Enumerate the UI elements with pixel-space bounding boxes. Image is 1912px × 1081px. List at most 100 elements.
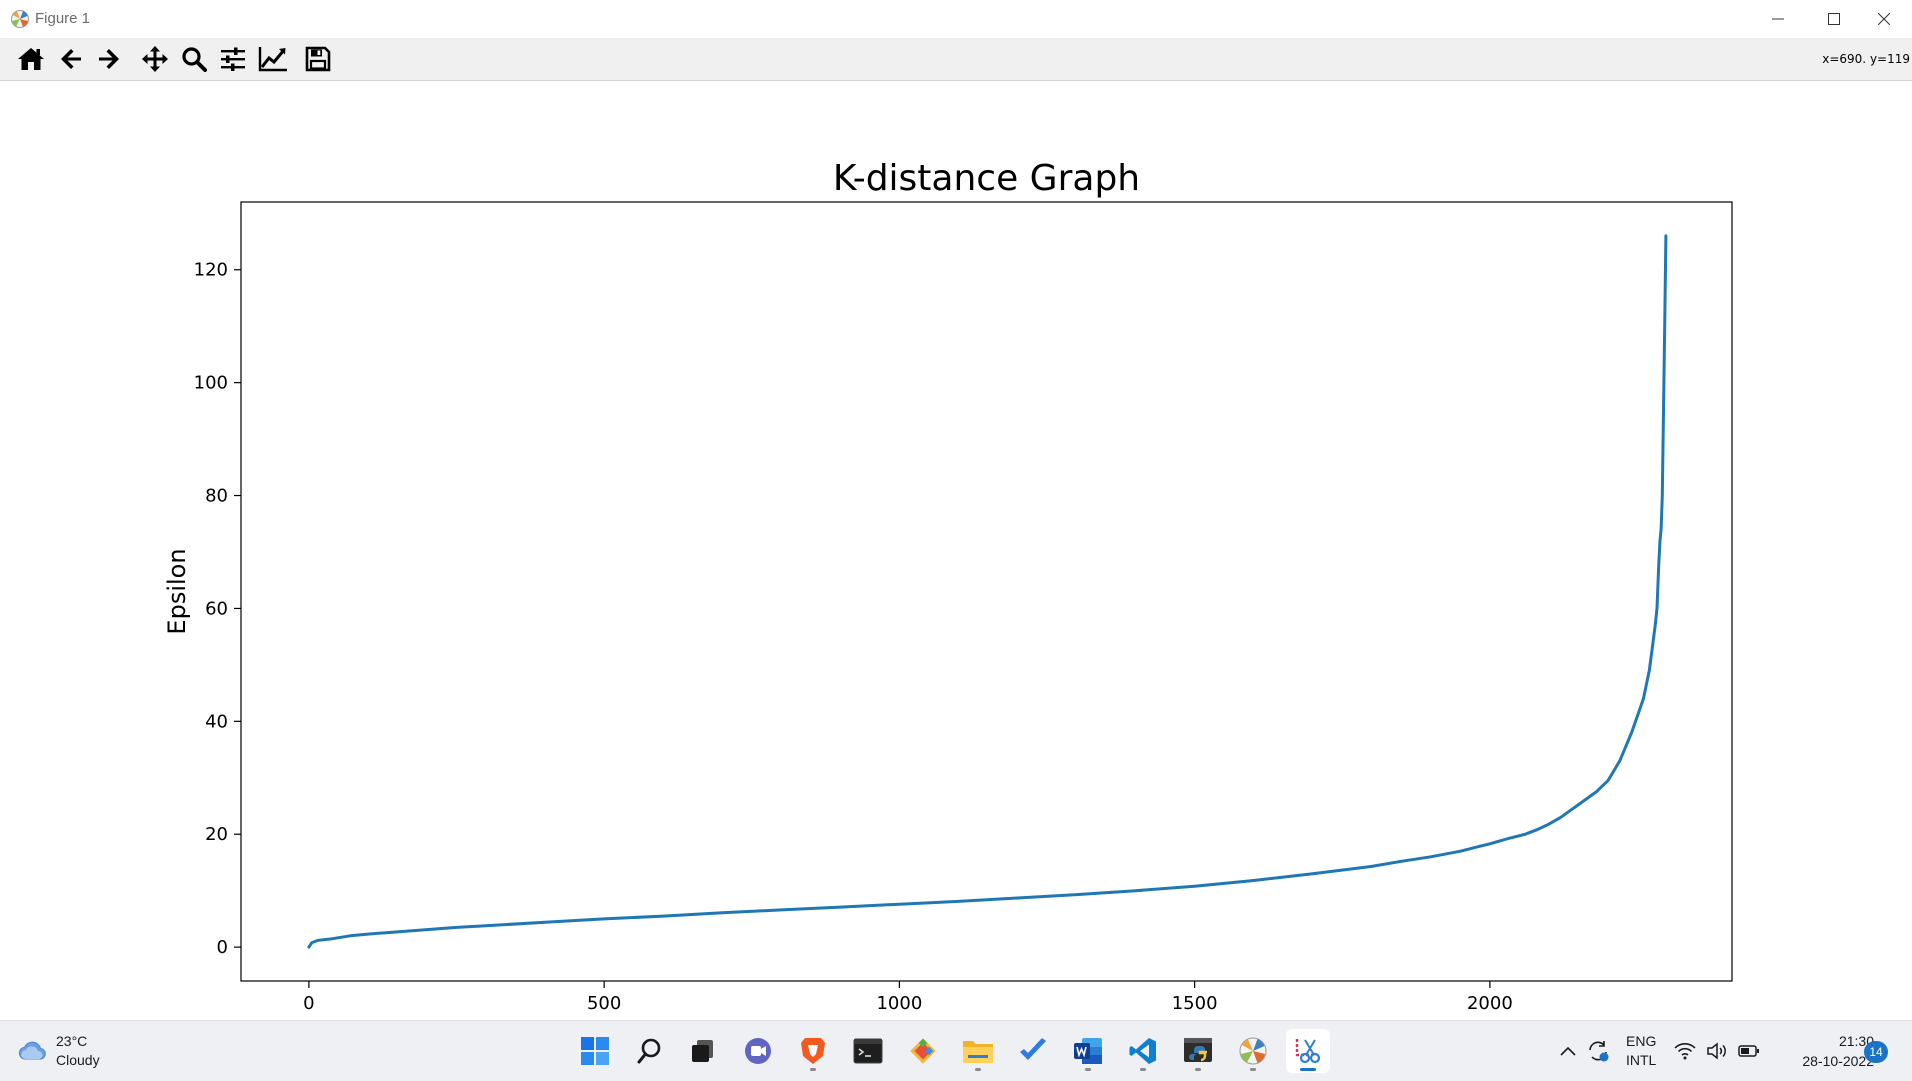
taskbar-clock[interactable]: 21:30 28-10-2022 xyxy=(1772,1031,1874,1071)
taskbar-app-python-launcher[interactable] xyxy=(1176,1029,1220,1073)
keyboard-layout: INTL xyxy=(1626,1052,1657,1068)
y-tick-label: 100 xyxy=(194,373,228,394)
y-tick-label: 0 xyxy=(217,937,228,958)
speaker-icon xyxy=(1707,1042,1727,1060)
navigation-toolbar: x=690. y=119 xyxy=(0,38,1912,81)
x-tick-label: 500 xyxy=(587,993,621,1014)
running-indicator xyxy=(1085,1068,1091,1071)
system-tray: ENG INTL xyxy=(1560,1021,1770,1081)
title-bar[interactable]: Figure 1 xyxy=(0,0,1912,38)
active-indicator xyxy=(1300,1068,1316,1071)
minimize-button[interactable] xyxy=(1750,0,1806,38)
network-button[interactable] xyxy=(1674,1042,1696,1060)
notification-badge[interactable]: 14 xyxy=(1864,1041,1888,1063)
input-language-indicator[interactable]: ENG INTL xyxy=(1626,1032,1656,1070)
windows-start-icon xyxy=(581,1037,609,1065)
configure-subplots-button[interactable] xyxy=(216,43,250,75)
axes-frame xyxy=(240,201,1733,982)
taskbar-app-task-view[interactable] xyxy=(681,1029,725,1073)
y-tick-label: 80 xyxy=(205,486,228,507)
close-icon xyxy=(1878,13,1890,25)
home-icon xyxy=(18,48,44,70)
running-indicator xyxy=(1250,1068,1256,1071)
battery-icon xyxy=(1738,1045,1760,1057)
close-button[interactable] xyxy=(1856,0,1912,38)
figure-window: Figure 1 x=690. y=119 K-distance Graph 0… xyxy=(0,0,1912,1020)
save-button[interactable] xyxy=(301,43,335,75)
weather-text: 23°C Cloudy xyxy=(56,1032,100,1070)
matplotlib-icon xyxy=(11,10,29,28)
plot-area[interactable]: K-distance Graph 0 500 1000 1500 2000 0 20 40 60 8… xyxy=(0,81,1912,1020)
todo-check-icon xyxy=(1020,1038,1046,1060)
taskbar-app-brave[interactable] xyxy=(791,1029,835,1073)
snipping-tool-icon xyxy=(1295,1039,1321,1064)
taskbar-app-snipping-tool[interactable] xyxy=(1286,1029,1330,1073)
taskbar-app-vscode[interactable] xyxy=(1121,1029,1165,1073)
chart-title: K-distance Graph xyxy=(833,158,1140,199)
taskbar-app-word[interactable] xyxy=(1066,1029,1110,1073)
back-button[interactable] xyxy=(54,43,88,75)
taskbar-app-file-explorer[interactable] xyxy=(956,1029,1000,1073)
language-code: ENG xyxy=(1626,1033,1657,1049)
running-indicator xyxy=(975,1068,981,1071)
running-indicator xyxy=(1195,1068,1201,1071)
series-line-0 xyxy=(307,234,1668,949)
x-tick-label: 2000 xyxy=(1467,993,1513,1014)
maximize-button[interactable] xyxy=(1806,0,1862,38)
x-tick-label: 1500 xyxy=(1172,993,1218,1014)
home-button[interactable] xyxy=(14,43,48,75)
word-icon xyxy=(1074,1038,1102,1064)
chat-icon xyxy=(745,1038,771,1064)
terminal-icon xyxy=(853,1038,883,1064)
git-icon xyxy=(910,1038,936,1064)
move-icon xyxy=(142,46,168,72)
vscode-icon xyxy=(1129,1038,1156,1064)
clock-date: 28-10-2022 xyxy=(1802,1053,1874,1069)
taskbar-app-matplotlib[interactable] xyxy=(1231,1029,1275,1073)
sync-icon xyxy=(1589,1041,1609,1062)
y-tick-label: 40 xyxy=(205,711,228,732)
x-tick-label: 0 xyxy=(303,993,314,1014)
zoom-button[interactable] xyxy=(177,43,211,75)
forward-button[interactable] xyxy=(92,43,126,75)
volume-button[interactable] xyxy=(1706,1042,1728,1060)
pan-button[interactable] xyxy=(138,43,172,75)
show-hidden-icons-button[interactable] xyxy=(1560,1045,1576,1057)
minimize-icon xyxy=(1772,18,1784,20)
coordinate-readout: x=690. y=119 xyxy=(1822,52,1910,66)
task-view-icon xyxy=(692,1040,713,1062)
clock-time: 21:30 xyxy=(1838,1033,1874,1049)
sync-status-button[interactable] xyxy=(1586,1039,1610,1063)
running-indicator xyxy=(810,1068,816,1071)
figure-canvas[interactable]: K-distance Graph 0 500 1000 1500 2000 0 20 40 60 8… xyxy=(0,81,1912,1020)
running-indicator xyxy=(1140,1068,1146,1071)
weather-widget[interactable]: 23°C Cloudy xyxy=(16,1031,100,1071)
edit-axis-button[interactable] xyxy=(256,43,290,75)
folder-icon xyxy=(963,1041,993,1063)
taskbar-app-todo[interactable] xyxy=(1011,1029,1055,1073)
floppy-disk-icon xyxy=(305,46,331,72)
taskbar-app-git[interactable] xyxy=(901,1029,945,1073)
x-tick-label: 1000 xyxy=(876,993,922,1014)
weather-condition: Cloudy xyxy=(56,1052,100,1068)
y-axis-label: Epsilon xyxy=(163,548,191,634)
wifi-icon xyxy=(1674,1043,1696,1060)
battery-button[interactable] xyxy=(1738,1044,1760,1058)
window-title: Figure 1 xyxy=(35,10,91,27)
cloud-icon xyxy=(18,1041,46,1060)
taskbar-app-start[interactable] xyxy=(573,1029,617,1073)
taskbar-app-terminal[interactable] xyxy=(846,1029,890,1073)
y-tick-label: 120 xyxy=(194,260,228,281)
search-icon xyxy=(637,1038,661,1064)
taskbar-app-search[interactable] xyxy=(628,1029,672,1073)
python-window-icon xyxy=(1184,1038,1212,1062)
taskbar-app-chat[interactable] xyxy=(736,1029,780,1073)
brave-icon xyxy=(801,1038,825,1064)
y-tick-label: 60 xyxy=(205,598,228,619)
maximize-icon xyxy=(1828,13,1840,25)
taskbar: 23°C Cloudy ENG INTL 21:30 28-10-2022 14 xyxy=(0,1020,1912,1081)
magnifier-icon xyxy=(182,47,207,72)
chevron-up-icon xyxy=(1560,1046,1576,1056)
matplotlib-icon xyxy=(1239,1037,1267,1065)
line-chart-icon xyxy=(258,47,287,72)
